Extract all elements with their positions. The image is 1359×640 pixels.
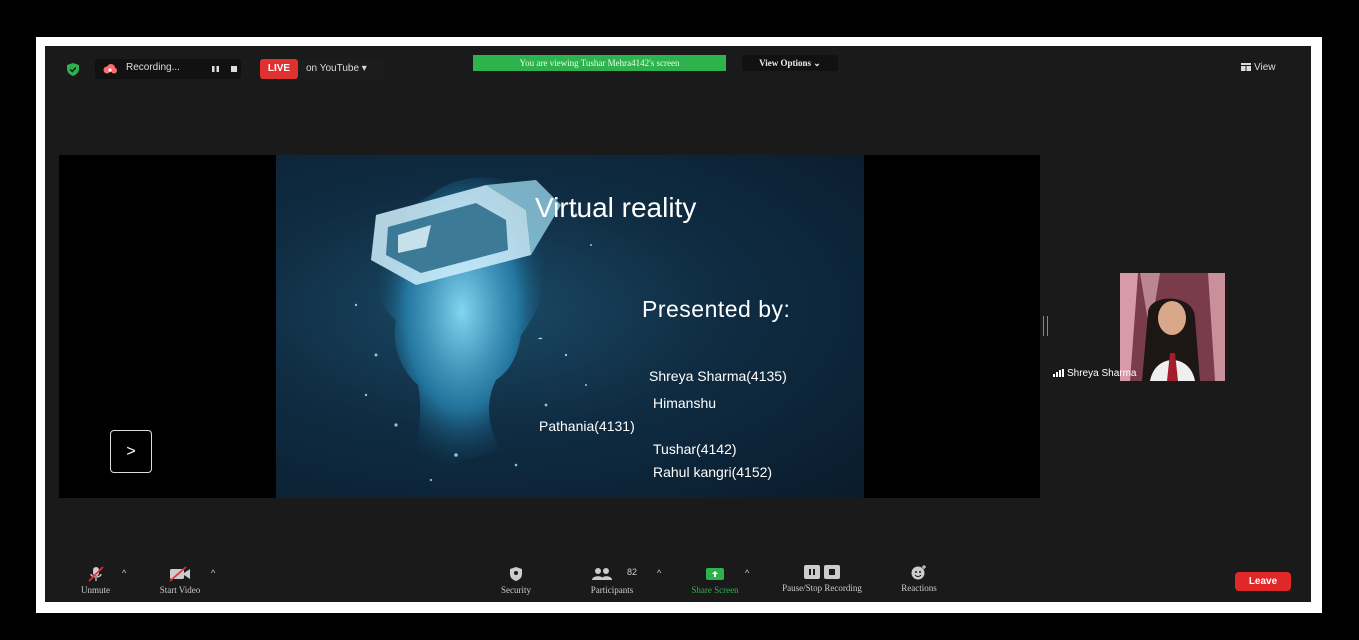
slide-title: Virtual reality (535, 192, 697, 223)
security-label: Security (501, 585, 531, 595)
slide-dash: - (538, 329, 543, 345)
next-slide-button[interactable]: > (110, 430, 152, 473)
participants-icon (592, 568, 612, 580)
presenter-line: Pathania(4131) (539, 418, 635, 434)
smiley-plus-icon (911, 565, 926, 580)
presenter-line: Tushar(4142) (653, 441, 737, 457)
view-button-label: View (1254, 62, 1276, 73)
pause-stop-recording-button[interactable]: Pause/Stop Recording (766, 564, 878, 593)
start-video-label: Start Video (159, 585, 201, 595)
presenter-line: Himanshu (653, 395, 717, 411)
view-options-dropdown[interactable]: View Options ⌄ (742, 55, 838, 71)
start-video-button[interactable]: Start Video (149, 566, 211, 595)
participant-name: Shreya Sharma (1067, 368, 1137, 379)
live-badge: LIVE (260, 59, 298, 79)
viewing-screen-banner: You are viewing Tushar Mehra4142's scree… (473, 55, 726, 71)
pause-stop-recording-label: Pause/Stop Recording (782, 583, 862, 593)
presenter-line: Shreya Sharma(4135) (649, 368, 787, 384)
unmute-label: Unmute (81, 585, 110, 595)
participant-video-image (1120, 273, 1225, 381)
zoom-meeting-window: Recording... LIVE on YouTube ▾ You are v… (45, 46, 1311, 602)
live-stream-indicator[interactable]: LIVE on YouTube ▾ (260, 59, 383, 79)
video-off-icon (169, 566, 190, 582)
view-button[interactable]: View (1241, 60, 1291, 76)
participants-label: Participants (590, 585, 634, 595)
participant-video-tile[interactable] (1120, 273, 1225, 381)
video-options-caret[interactable]: ^ (211, 568, 215, 578)
reactions-label: Reactions (901, 583, 937, 593)
audio-options-caret[interactable]: ^ (122, 568, 126, 578)
shield-check-icon[interactable] (67, 63, 79, 76)
reactions-button[interactable]: Reactions (894, 564, 944, 593)
slide-subtitle: Presented by: (642, 296, 791, 322)
presentation-slide: Virtual reality Presented by: - Shreya S… (276, 155, 864, 498)
shield-icon (510, 567, 522, 581)
participants-count: 82 (627, 567, 638, 577)
recording-indicator: Recording... (95, 59, 241, 79)
share-screen-button[interactable]: Share Screen (681, 566, 749, 595)
unmute-button[interactable]: Unmute (73, 566, 118, 595)
presenter-line: Rahul kangri(4152) (653, 464, 773, 480)
signal-strength-icon (1053, 369, 1064, 377)
share-screen-icon (706, 568, 724, 580)
participant-name-label: Shreya Sharma (1053, 368, 1136, 379)
pause-recording-icon[interactable] (212, 66, 219, 72)
live-destination-dropdown[interactable]: on YouTube ▾ (306, 63, 367, 74)
panel-resize-handle[interactable] (1043, 316, 1048, 336)
share-options-caret[interactable]: ^ (745, 568, 749, 578)
participants-options-caret[interactable]: ^ (657, 568, 661, 578)
shared-screen: Virtual reality Presented by: - Shreya S… (59, 155, 1040, 498)
security-button[interactable]: Security (493, 566, 539, 595)
share-screen-label: Share Screen (691, 585, 739, 595)
pause-stop-icon (804, 565, 840, 579)
stop-recording-icon[interactable] (231, 66, 237, 72)
leave-button[interactable]: Leave (1235, 572, 1291, 591)
cloud-recording-icon (103, 64, 117, 74)
muted-microphone-icon (87, 566, 104, 582)
recording-label: Recording... (126, 62, 180, 73)
grid-view-icon (1241, 63, 1251, 71)
